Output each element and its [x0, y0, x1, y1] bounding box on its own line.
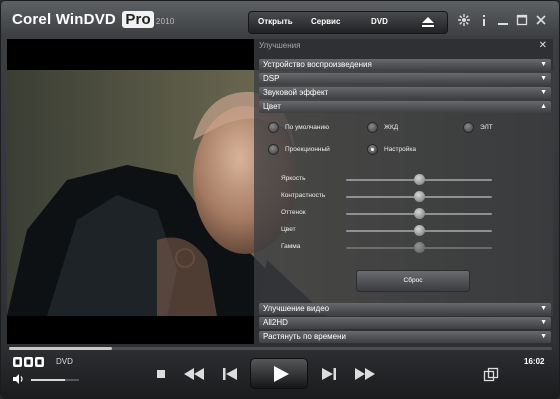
radio-crt[interactable] — [463, 122, 474, 133]
panel-close-icon[interactable]: ✕ — [539, 40, 547, 51]
app-name: Corel WinDVD — [12, 11, 116, 28]
chevron-down-icon: ▼ — [540, 305, 547, 312]
section-dsp[interactable]: DSP ▼ — [259, 73, 551, 85]
rewind-icon[interactable] — [182, 365, 206, 383]
slider-saturation[interactable] — [346, 225, 492, 236]
settings-icon[interactable] — [457, 13, 471, 27]
app-logo: Corel WinDVD Pro 2010 — [12, 11, 175, 28]
slider-label-gamma: Гамма — [281, 243, 301, 250]
close-icon[interactable] — [534, 13, 548, 27]
source-label: DVD — [56, 357, 73, 366]
screen-mode-icon[interactable] — [483, 367, 499, 383]
section-time-stretch[interactable]: Растянуть по времени ▼ — [259, 331, 551, 343]
fast-forward-icon[interactable] — [353, 365, 377, 383]
dvd-video-logo — [13, 357, 44, 367]
volume-level — [31, 379, 65, 381]
section-all2hd[interactable]: All2HD ▼ — [259, 317, 551, 329]
section-label: Растянуть по времени — [263, 332, 346, 341]
chevron-up-icon: ▲ — [540, 103, 547, 110]
info-icon[interactable] — [477, 13, 491, 27]
section-label: Устройство воспроизведения — [263, 60, 372, 69]
slider-thumb[interactable] — [414, 191, 425, 202]
radio-label-crt: ЭЛТ — [480, 124, 493, 131]
seek-progress — [9, 347, 113, 350]
volume-icon[interactable] — [12, 373, 24, 385]
radio-lcd[interactable] — [367, 122, 378, 133]
slider-hue[interactable] — [346, 208, 492, 219]
app-edition: Pro — [122, 11, 154, 28]
app-year: 2010 — [155, 17, 175, 26]
radio-label-lcd: ЖКД — [384, 124, 399, 131]
chevron-down-icon: ▼ — [540, 75, 547, 82]
panel-title: Улучшения — [259, 41, 301, 50]
radio-label-custom: Настройка — [384, 146, 416, 153]
menu-open[interactable]: Открыть — [258, 17, 293, 26]
slider-gamma[interactable] — [346, 242, 492, 253]
restore-icon[interactable] — [515, 13, 529, 27]
chevron-down-icon: ▼ — [540, 61, 547, 68]
section-label: All2HD — [263, 318, 288, 327]
radio-label-default: По умолчанию — [285, 124, 329, 131]
windvd-window: Corel WinDVD Pro2010 Открыть Сервис DVD — [0, 0, 560, 399]
eject-icon[interactable] — [421, 16, 435, 28]
next-chapter-icon[interactable] — [320, 365, 338, 383]
chevron-down-icon: ▼ — [540, 333, 547, 340]
minimize-icon[interactable] — [496, 13, 510, 27]
volume-slider[interactable] — [31, 379, 79, 381]
section-sound-effect[interactable]: Звуковой эффект ▼ — [259, 87, 551, 99]
radio-custom[interactable] — [367, 144, 378, 155]
radio-default[interactable] — [268, 122, 279, 133]
time-display: 16:02 — [524, 357, 545, 366]
radio-projector[interactable] — [268, 144, 279, 155]
control-bar: DVD 16:02 — [1, 344, 559, 398]
slider-label-saturation: Цвет — [281, 226, 296, 233]
slider-label-hue: Оттенок — [281, 209, 306, 216]
chevron-down-icon: ▼ — [540, 89, 547, 96]
section-label: DSP — [263, 74, 280, 83]
enhancements-panel: Улучшения ✕ Устройство воспроизведения ▼… — [254, 36, 553, 344]
stop-icon[interactable] — [156, 365, 166, 383]
reset-button[interactable]: Сброс — [356, 270, 470, 292]
section-video-enhancement[interactable]: Улучшение видео ▼ — [259, 303, 551, 315]
slider-thumb[interactable] — [414, 208, 425, 219]
section-color[interactable]: Цвет ▲ — [259, 101, 551, 113]
section-label: Звуковой эффект — [263, 88, 329, 97]
radio-label-projector: Проекционный — [285, 146, 330, 153]
menu-dvd[interactable]: DVD — [371, 17, 388, 26]
slider-thumb[interactable] — [414, 174, 425, 185]
section-label: Улучшение видео — [263, 304, 330, 313]
slider-thumb[interactable] — [414, 242, 425, 253]
menu-service[interactable]: Сервис — [311, 17, 340, 26]
title-bar: Corel WinDVD Pro 2010 Открыть Сервис DVD — [1, 1, 559, 38]
slider-label-brightness: Яркость — [281, 175, 306, 182]
seek-bar[interactable] — [9, 347, 552, 350]
chevron-down-icon: ▼ — [540, 319, 547, 326]
slider-thumb[interactable] — [414, 225, 425, 236]
slider-label-contrast: Контрастность — [281, 192, 326, 199]
play-icon — [274, 366, 289, 382]
section-label: Цвет — [263, 102, 281, 111]
prev-chapter-icon[interactable] — [221, 365, 239, 383]
slider-brightness[interactable] — [346, 174, 492, 185]
main-menu: Открыть Сервис DVD — [248, 11, 448, 34]
section-playback-device[interactable]: Устройство воспроизведения ▼ — [259, 59, 551, 71]
play-button[interactable] — [250, 358, 308, 389]
slider-contrast[interactable] — [346, 191, 492, 202]
